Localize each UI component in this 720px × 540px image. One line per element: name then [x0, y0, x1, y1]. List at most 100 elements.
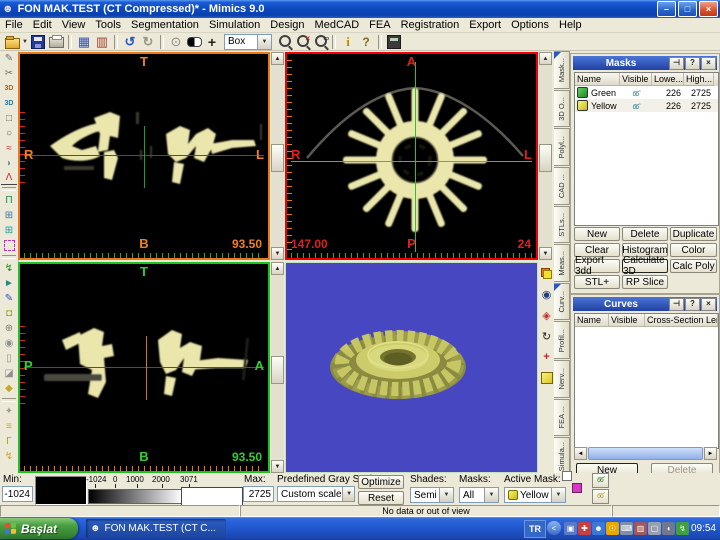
scroll-right-icon[interactable]: ►	[704, 447, 717, 460]
zoom-icon[interactable]	[275, 34, 293, 50]
export-image-icon[interactable]: ▦	[75, 34, 93, 50]
livewire-3d-tool-icon[interactable]: 3D	[1, 96, 17, 111]
visible-glasses-icon[interactable]: 66ˆ	[632, 91, 639, 98]
eye-icon[interactable]: ◉	[539, 286, 554, 302]
menu-view[interactable]: View	[57, 18, 91, 32]
curves-hscrollbar-thumb[interactable]	[588, 447, 703, 460]
taskbar-clock[interactable]: 09:54	[691, 517, 716, 540]
menu-help[interactable]: Help	[554, 18, 587, 32]
redo-icon[interactable]: ↻	[139, 34, 157, 50]
measurements-icon[interactable]	[385, 34, 403, 50]
freehand-tool-icon[interactable]: ◗	[1, 156, 17, 171]
axial-scrollbar[interactable]: ▲ ▼	[271, 52, 284, 260]
menu-export[interactable]: Export	[464, 18, 506, 32]
tab-masks[interactable]: Mask...	[554, 51, 570, 89]
titlebar[interactable]: ☻ FON MAK.TEST (CT Compressed)* - Mimics…	[0, 0, 720, 18]
ellipse-tool-icon[interactable]: ○	[1, 126, 17, 141]
curves-panel-titlebar[interactable]: Curves ⊣ ? ×	[573, 297, 717, 311]
shades-dropdown[interactable]: Semi▼	[410, 487, 454, 503]
help-icon[interactable]: ?	[685, 298, 700, 311]
menu-edit[interactable]: Edit	[28, 18, 57, 32]
tray-speaker-icon[interactable]: ◖	[662, 522, 675, 535]
project-histogram-icon[interactable]: ▥	[93, 34, 111, 50]
print-icon[interactable]	[47, 34, 65, 50]
show-green-mask-button[interactable]: 66ˆ	[592, 473, 609, 488]
mask-calculate-3d-button[interactable]: Calculate 3D	[622, 259, 668, 273]
cube-view-icon[interactable]	[539, 370, 554, 386]
profile-line-tool-icon[interactable]: ✎	[1, 51, 17, 66]
tab-measurements[interactable]: Meas...	[554, 244, 570, 282]
coronal-vertical-crosshair[interactable]	[415, 62, 416, 252]
tray-java-icon[interactable]: ☉	[606, 522, 619, 535]
reset-button[interactable]: Reset	[358, 491, 404, 505]
menu-registration[interactable]: Registration	[396, 18, 465, 32]
rectangle-tool-icon[interactable]: □	[1, 111, 17, 126]
help-icon[interactable]: ?	[685, 57, 700, 70]
viewport-coronal[interactable]: A R L P 147.00 24	[285, 52, 538, 260]
close-button[interactable]: ×	[699, 1, 718, 17]
tab-fea[interactable]: FEA ...	[554, 399, 570, 437]
chevron-down-icon[interactable]: ▼	[342, 487, 355, 501]
reposition-icon[interactable]: +	[539, 349, 554, 365]
menu-segmentation[interactable]: Segmentation	[126, 18, 204, 32]
mask-rp-slice-button[interactable]: RP Slice	[622, 275, 668, 289]
chevron-down-icon[interactable]: ▼	[257, 35, 271, 49]
menu-fea[interactable]: FEA	[364, 18, 395, 32]
mask-row-green[interactable]: Green 66ˆ 226 2725	[575, 86, 718, 99]
mask-export-3dd-button[interactable]: Export 3dd	[574, 259, 620, 273]
threshold-tool-icon[interactable]: ↯	[1, 261, 17, 276]
optimize-button[interactable]: Optimize	[358, 475, 404, 489]
tray-volume-muted-icon[interactable]: ▥	[634, 522, 647, 535]
minimize-button[interactable]: –	[657, 1, 676, 17]
mask-duplicate-button[interactable]: Duplicate	[670, 227, 717, 241]
tab-curves[interactable]: Curv...	[554, 283, 570, 321]
undo-icon[interactable]: ↺	[121, 34, 139, 50]
coronal-horizontal-crosshair[interactable]	[291, 161, 532, 162]
tab-simulation[interactable]: Simula...	[554, 437, 570, 475]
masks-list-header[interactable]: Name Visible Lowe... High...	[575, 73, 718, 86]
crop-tool-icon[interactable]: Π	[1, 193, 17, 208]
scroll-down-icon[interactable]: ▼	[539, 247, 552, 260]
chisel-tool-icon[interactable]: Γ	[1, 434, 17, 449]
viewport-axial[interactable]: T R L B 93.50	[18, 52, 270, 260]
masks-panel-titlebar[interactable]: Masks ⊣ ? ×	[573, 56, 717, 70]
max-value-field[interactable]: 2725	[243, 486, 274, 502]
curves-list-header[interactable]: Name Visible Cross-Section Length (m	[575, 314, 718, 327]
unzoom-icon[interactable]: ×	[293, 34, 311, 50]
lightning-tool-icon[interactable]: ↯	[1, 449, 17, 464]
rotate-icon[interactable]: ↻	[539, 328, 554, 344]
curve-tool-icon[interactable]: ≈	[1, 141, 17, 156]
viewport-sagittal[interactable]: T P A B 93.50	[18, 262, 270, 473]
tab-3d-objects[interactable]: 3D O...	[554, 90, 570, 128]
scroll-up-icon[interactable]: ▲	[271, 52, 284, 65]
axial-scrollbar-thumb[interactable]	[271, 144, 284, 172]
pin-icon[interactable]: ⊣	[669, 298, 684, 311]
info-icon[interactable]: i	[339, 34, 357, 50]
chevron-down-icon[interactable]: ▼	[551, 488, 565, 502]
active-mask-dropdown[interactable]: Yellow▼	[504, 487, 566, 503]
sagittal-scrollbar-thumb[interactable]	[271, 356, 284, 384]
coronal-scrollbar[interactable]: ▲ ▼	[539, 52, 552, 260]
tray-computer-icon[interactable]: ▣	[564, 522, 577, 535]
mask-stl-plus-button[interactable]: STL+	[574, 275, 620, 289]
taskbar-item-mimics[interactable]: ☻ FON MAK.TEST (CT C...	[86, 519, 226, 538]
zoom-mode-dropdown[interactable]: Box▼	[224, 34, 272, 50]
close-icon[interactable]: ×	[701, 298, 716, 311]
scroll-down-icon[interactable]: ▼	[271, 460, 284, 473]
layers-tool-icon[interactable]: ≡	[1, 419, 17, 434]
masks-filter-dropdown[interactable]: All▼	[459, 487, 499, 503]
min-value-field[interactable]: -1024	[2, 486, 33, 502]
tab-cad-objects[interactable]: CAD ...	[554, 167, 570, 205]
tray-display-icon[interactable]: ▢	[648, 522, 661, 535]
smooth-tool-icon[interactable]: ✦	[1, 404, 17, 419]
fill-tool-icon[interactable]: ◆	[1, 381, 17, 396]
multislice-edit-alt-icon[interactable]: ⊞	[1, 223, 17, 238]
select-region-icon[interactable]	[1, 238, 17, 253]
scroll-up-icon[interactable]: ▲	[539, 52, 552, 65]
morphology-tool-icon[interactable]: ⊕	[1, 321, 17, 336]
sagittal-horizontal-crosshair[interactable]	[24, 367, 264, 368]
context-help-icon[interactable]: ?	[357, 34, 375, 50]
viewport-3d[interactable]	[285, 262, 538, 473]
mask-color-button[interactable]: Color	[670, 243, 717, 257]
masks-list[interactable]: Name Visible Lowe... High... Green 66ˆ 2…	[574, 72, 719, 226]
